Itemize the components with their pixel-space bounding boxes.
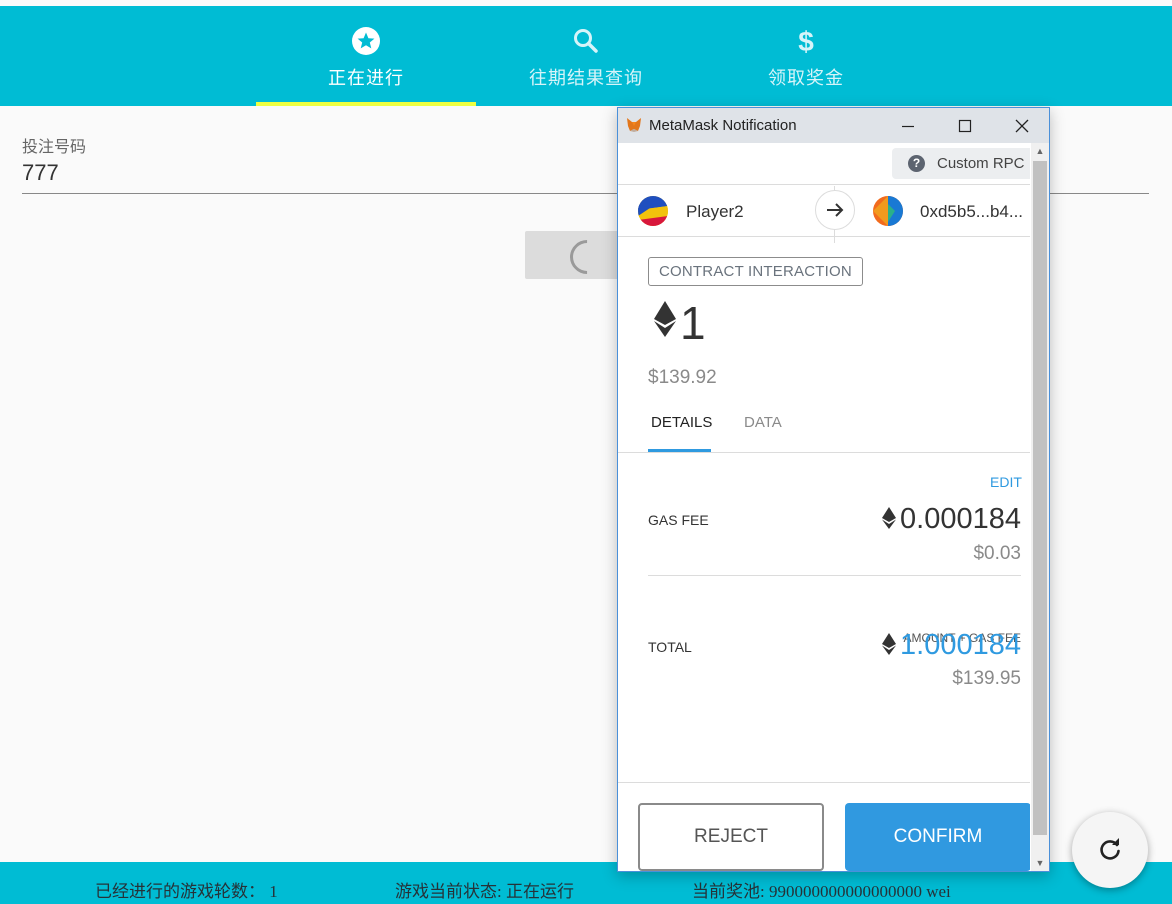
transaction-amount: 1 xyxy=(680,297,706,349)
tab-claim-prize[interactable]: $ 领取奖金 xyxy=(696,6,916,106)
network-name: Custom RPC xyxy=(937,155,1025,172)
dollar-icon: $ xyxy=(696,26,916,56)
total-label: TOTAL xyxy=(648,639,692,655)
star-circle-icon xyxy=(256,26,476,56)
network-selector[interactable]: ? Custom RPC xyxy=(892,148,1030,179)
tab-history-label: 往期结果查询 xyxy=(529,68,643,88)
tab-details[interactable]: DETAILS xyxy=(651,414,712,431)
reject-button[interactable]: REJECT xyxy=(638,803,824,871)
metamask-fox-icon xyxy=(626,117,642,133)
gas-fee-value: 0.000184 xyxy=(882,503,1021,536)
submit-bet-button[interactable] xyxy=(525,231,625,282)
minimize-icon xyxy=(902,125,914,128)
to-account-address: 0xd5b5...b4... xyxy=(920,202,1024,221)
from-account-avatar xyxy=(638,196,668,226)
metamask-window: MetaMask Notification ? Custom RPC Playe… xyxy=(617,107,1050,872)
question-icon: ? xyxy=(908,155,925,172)
divider xyxy=(618,452,1030,453)
prize-pool: 当前奖池: 990000000000000000 wei xyxy=(692,882,951,901)
maximize-icon xyxy=(958,119,972,133)
close-icon xyxy=(1015,119,1029,133)
eth-icon xyxy=(882,630,897,655)
eth-icon xyxy=(882,504,897,529)
total-value: 1.000184 xyxy=(882,629,1021,662)
edit-gas-link[interactable]: EDIT xyxy=(990,474,1022,490)
tab-current-game[interactable]: 正在进行 xyxy=(256,6,476,106)
window-titlebar: MetaMask Notification xyxy=(618,108,1049,143)
scroll-down-icon[interactable]: ▼ xyxy=(1031,855,1049,871)
refresh-button[interactable] xyxy=(1072,812,1148,888)
total-amount: 1.000184 xyxy=(900,629,1021,661)
game-status: 游戏当前状态: 正在运行 xyxy=(395,882,574,901)
bet-number-label: 投注号码 xyxy=(22,139,87,156)
maximize-button[interactable] xyxy=(942,112,988,140)
scrollbar-thumb[interactable] xyxy=(1033,161,1047,835)
gas-fee-label: GAS FEE xyxy=(648,512,709,528)
contract-interaction-tag: CONTRACT INTERACTION xyxy=(648,257,863,286)
to-account-avatar xyxy=(873,196,903,226)
minimize-button[interactable] xyxy=(885,112,931,140)
close-button[interactable] xyxy=(999,112,1045,140)
tab-history[interactable]: 往期结果查询 xyxy=(476,6,696,106)
eth-icon xyxy=(654,301,676,337)
tab-data[interactable]: DATA xyxy=(744,414,782,431)
from-account-name: Player2 xyxy=(686,202,744,221)
transaction-panel: ? Custom RPC Player2 0xd5b5...b4... CONT… xyxy=(618,143,1030,871)
bet-number-input[interactable]: 777 xyxy=(22,160,59,186)
active-tab-indicator xyxy=(256,102,476,106)
rounds-count: 已经进行的游戏轮数： 1 xyxy=(95,882,278,901)
search-icon xyxy=(476,26,696,56)
tab-claim-prize-label: 领取奖金 xyxy=(768,68,844,88)
top-nav: 正在进行 往期结果查询 $ 领取奖金 xyxy=(0,6,1172,106)
divider xyxy=(618,236,1030,237)
transaction-amount-usd: $139.92 xyxy=(648,367,717,388)
total-usd: $139.95 xyxy=(952,668,1021,689)
window-title: MetaMask Notification xyxy=(649,117,797,134)
tab-current-game-label: 正在进行 xyxy=(328,68,404,88)
scroll-up-icon[interactable]: ▲ xyxy=(1031,143,1049,159)
refresh-icon xyxy=(1100,838,1120,860)
gas-fee-amount: 0.000184 xyxy=(900,503,1021,535)
svg-text:$: $ xyxy=(798,26,814,56)
confirm-button[interactable]: CONFIRM xyxy=(845,803,1030,871)
gas-fee-usd: $0.03 xyxy=(973,543,1021,564)
transfer-arrow-icon xyxy=(815,190,855,230)
divider xyxy=(618,184,1030,185)
loading-spinner-icon xyxy=(562,232,612,282)
scrollbar[interactable]: ▲ ▼ xyxy=(1031,143,1049,871)
divider xyxy=(618,782,1030,783)
divider xyxy=(648,575,1021,576)
